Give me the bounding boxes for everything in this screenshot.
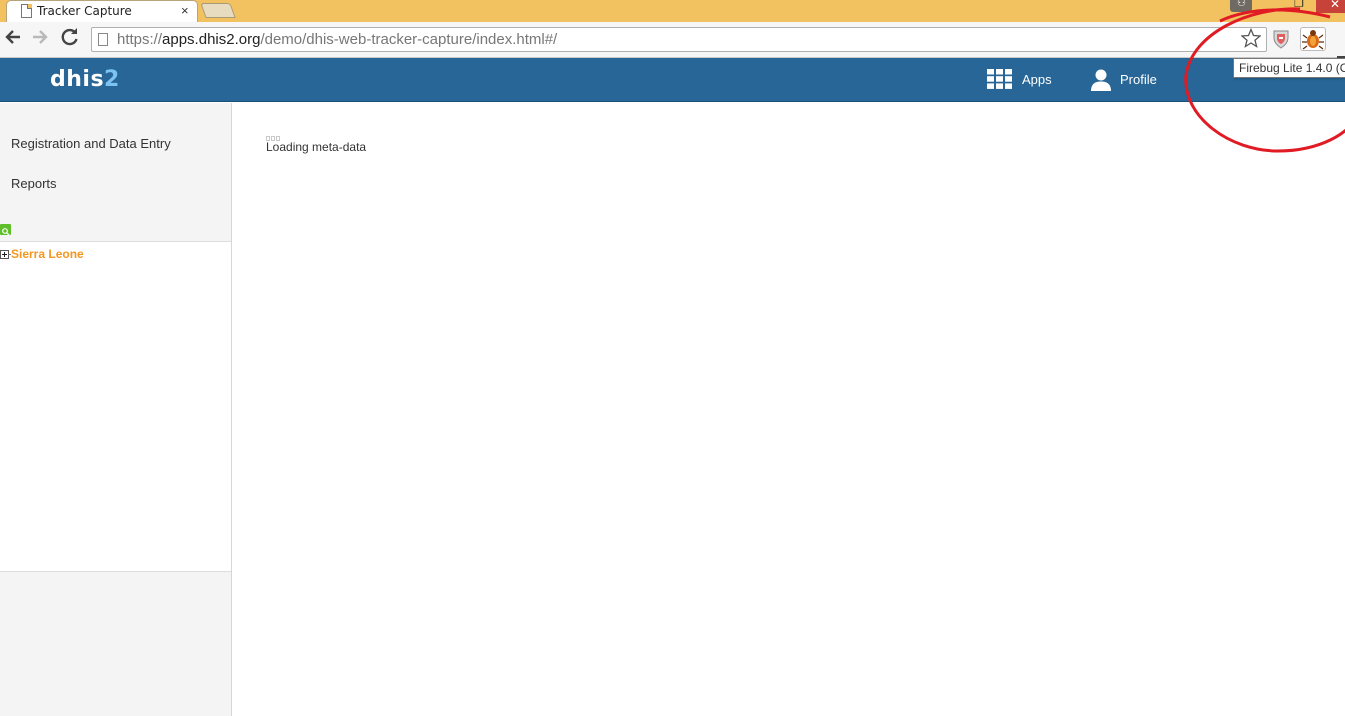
page-icon	[21, 4, 32, 18]
tab-close-icon[interactable]: ×	[181, 3, 189, 18]
page-icon	[98, 33, 108, 46]
app-header: dhis2 Apps Profile	[0, 58, 1345, 102]
close-icon: ✕	[1330, 0, 1341, 11]
forward-button[interactable]	[31, 27, 49, 53]
firebug-tooltip: Firebug Lite 1.4.0 (Or	[1233, 58, 1345, 78]
browser-title-bar: Tracker Capture × ⚇ ❐ ✕	[0, 0, 1345, 22]
profile-label: Profile	[1120, 72, 1157, 87]
arrow-left-icon	[5, 30, 20, 44]
address-bar[interactable]: https://apps.dhis2.org/demo/dhis-web-tra…	[91, 27, 1267, 52]
arrow-right-icon	[33, 30, 48, 44]
sidebar-item-registration[interactable]: Registration and Data Entry	[11, 136, 171, 151]
org-unit-tree: Sierra Leone	[0, 241, 231, 572]
star-icon	[1240, 27, 1262, 48]
reload-icon	[61, 28, 78, 46]
user-icon	[1091, 69, 1111, 91]
user-icon: ⚇	[1237, 0, 1246, 9]
grid-icon	[987, 69, 1012, 89]
org-unit-search-button[interactable]	[0, 224, 11, 236]
browser-toolbar: https://apps.dhis2.org/demo/dhis-web-tra…	[0, 22, 1345, 66]
left-sidebar: Registration and Data Entry Reports Sier…	[0, 103, 232, 716]
bookmark-star-button[interactable]	[1240, 27, 1262, 54]
shield-icon[interactable]	[1272, 29, 1290, 49]
restore-icon: ❐	[1294, 0, 1304, 10]
url-text[interactable]: https://apps.dhis2.org/demo/dhis-web-tra…	[117, 31, 557, 48]
search-icon	[2, 228, 10, 236]
back-button[interactable]	[4, 27, 22, 53]
firebug-icon	[1302, 30, 1324, 50]
new-tab-button[interactable]	[200, 3, 236, 18]
apps-label: Apps	[1022, 72, 1052, 87]
sidebar-item-reports[interactable]: Reports	[11, 176, 57, 191]
firebug-extension-button[interactable]	[1300, 27, 1326, 51]
tab-title: Tracker Capture	[37, 4, 132, 18]
loading-message: Loading meta-data	[266, 140, 367, 154]
dhis2-logo[interactable]: dhis2	[50, 67, 120, 92]
reload-button[interactable]	[60, 27, 80, 53]
browser-tab-tracker-capture[interactable]: Tracker Capture ×	[6, 0, 198, 22]
tree-node-sierra-leone[interactable]: Sierra Leone	[11, 247, 84, 261]
